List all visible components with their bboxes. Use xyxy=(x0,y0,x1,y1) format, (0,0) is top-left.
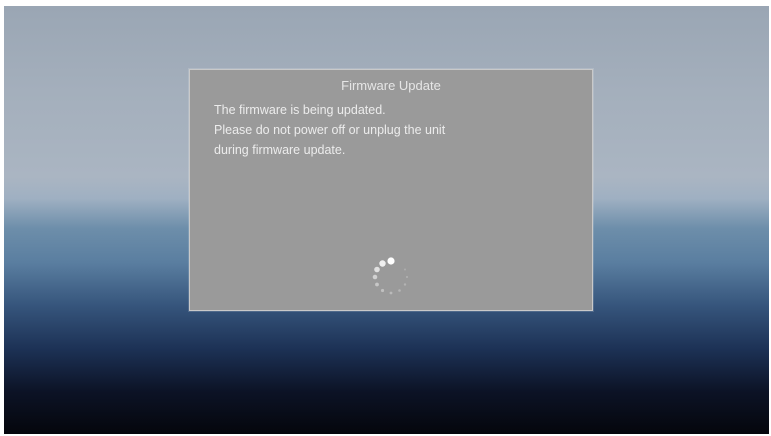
dialog-message: The firmware is being updated. Please do… xyxy=(214,100,564,160)
firmware-update-dialog: Firmware Update The firmware is being up… xyxy=(189,69,593,311)
message-line: during firmware update. xyxy=(214,143,346,157)
loading-spinner-icon xyxy=(372,257,409,295)
screen-background: Firmware Update The firmware is being up… xyxy=(4,6,769,434)
message-line: The firmware is being updated. xyxy=(214,103,386,117)
message-line: Please do not power off or unplug the un… xyxy=(214,123,446,137)
dialog-title: Firmware Update xyxy=(341,78,441,93)
